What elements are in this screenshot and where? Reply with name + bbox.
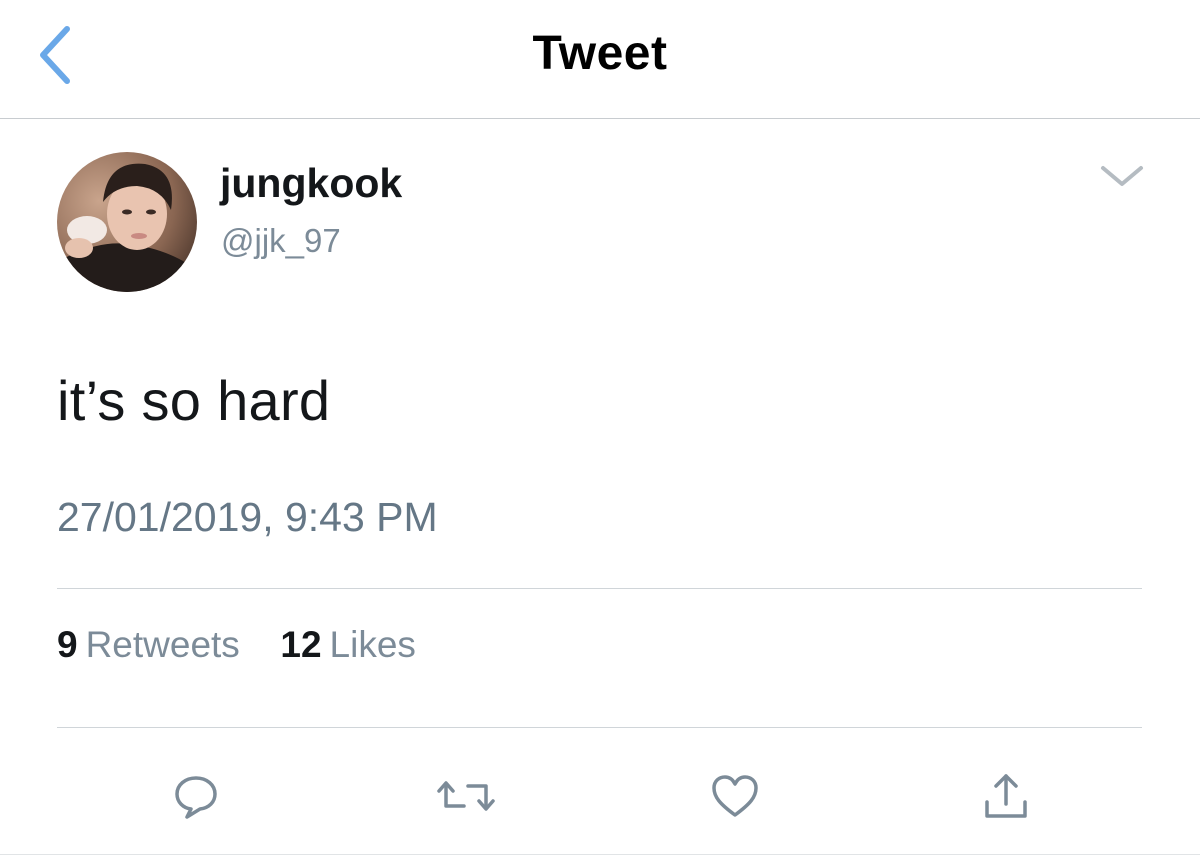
- retweet-button[interactable]: [434, 764, 498, 828]
- reply-icon: [175, 776, 217, 819]
- divider: [57, 588, 1142, 589]
- share-icon: [985, 774, 1027, 818]
- tweet-text: it’s so hard: [57, 369, 331, 432]
- retweet-icon: [437, 781, 495, 811]
- bottom-divider: [0, 854, 1200, 855]
- page-title: Tweet: [532, 27, 668, 80]
- retweets-stat[interactable]: 9 Retweets: [57, 624, 250, 665]
- retweets-label: Retweets: [85, 624, 240, 665]
- likes-label: Likes: [329, 624, 416, 665]
- author-handle[interactable]: @jjk_97: [221, 222, 341, 260]
- like-button[interactable]: [703, 764, 767, 828]
- likes-count: 12: [280, 624, 322, 665]
- chevron-down-icon: [1101, 166, 1143, 186]
- divider: [57, 727, 1142, 728]
- tweet-detail-screen: Tweet jungkook @jjk_97 it’s so hard 27/0…: [0, 0, 1200, 860]
- author-display-name[interactable]: jungkook: [220, 160, 402, 207]
- avatar[interactable]: [57, 152, 197, 292]
- tweet-stats: 9 Retweets 12 Likes: [57, 624, 416, 666]
- retweets-count: 9: [57, 624, 78, 665]
- reply-button[interactable]: [164, 764, 228, 828]
- navigation-bar: Tweet: [0, 0, 1200, 119]
- avatar-image: [57, 152, 197, 292]
- share-button[interactable]: [974, 764, 1038, 828]
- tweet-timestamp: 27/01/2019, 9:43 PM: [57, 494, 438, 540]
- heart-icon: [712, 775, 758, 817]
- more-options-button[interactable]: [1092, 156, 1152, 196]
- likes-stat[interactable]: 12 Likes: [280, 624, 416, 665]
